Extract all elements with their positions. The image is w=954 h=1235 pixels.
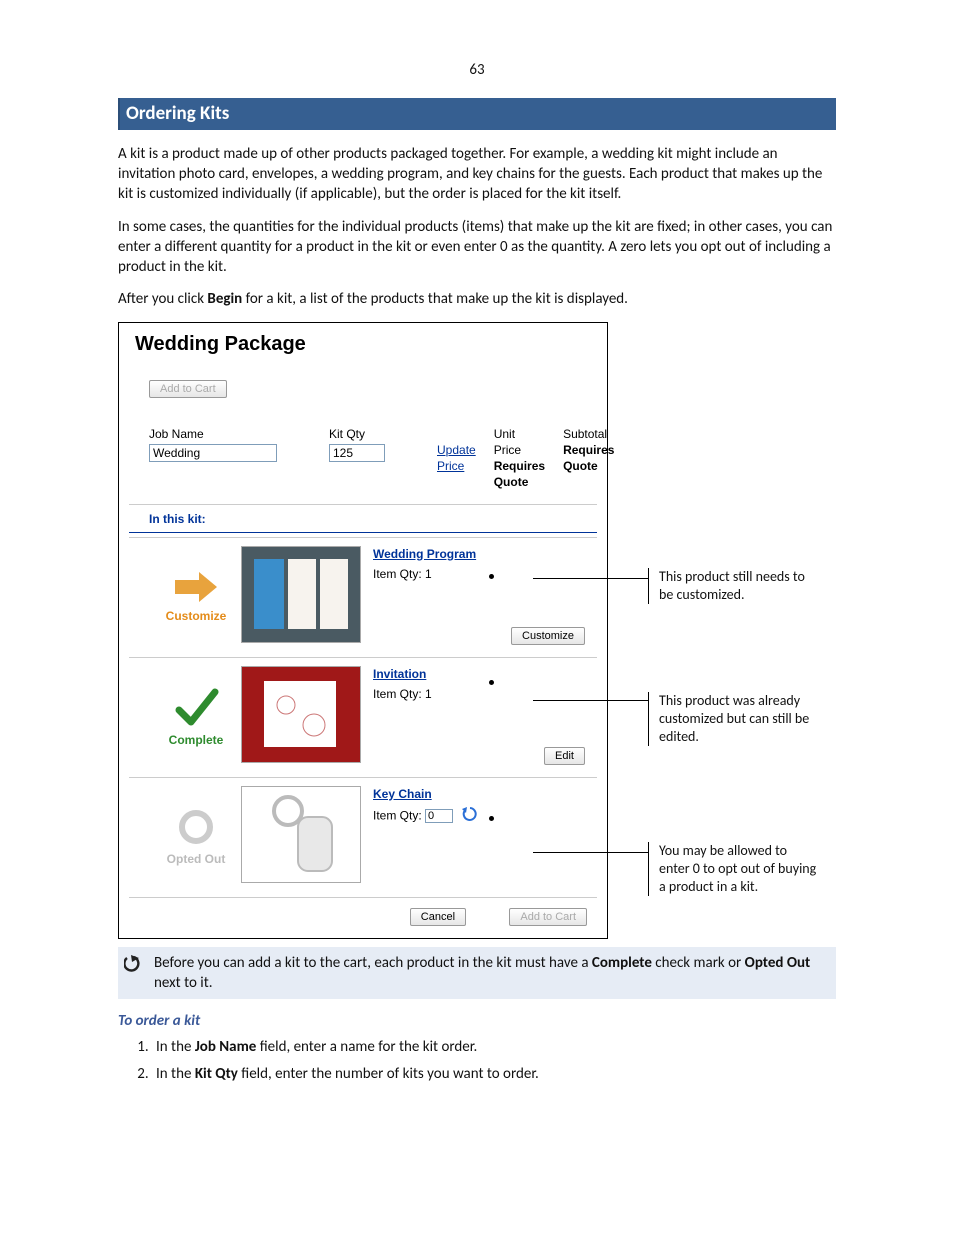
item-qty-label: Item Qty: [373, 808, 422, 822]
kit-qty-field-group: Kit Qty [329, 426, 385, 491]
body-paragraph: In some cases, the quantities for the in… [118, 217, 836, 278]
status-complete-label: Complete [169, 732, 224, 748]
text: field, enter a name for the kit order. [256, 1038, 477, 1056]
callout-text: This product was already customized but … [648, 692, 819, 747]
subtotal-header: Subtotal [563, 426, 614, 442]
text: Before you can add a kit to the cart, ea… [154, 954, 592, 972]
callout-text: You may be allowed to enter 0 to opt out… [648, 842, 819, 897]
callout-dot [489, 574, 494, 579]
kit-qty-label: Kit Qty [329, 426, 385, 442]
body-paragraph: A kit is a product made up of other prod… [118, 144, 836, 205]
refresh-icon[interactable] [462, 806, 478, 826]
callout-dot [489, 680, 494, 685]
note-text: Before you can add a kit to the cart, ea… [154, 953, 830, 994]
text: next to it. [154, 974, 213, 992]
status-customize-label: Customize [166, 608, 227, 624]
kit-item-row: Opted Out Key Chain Item Qty: [129, 777, 597, 897]
procedure-heading: To order a kit [118, 1011, 836, 1031]
text-bold: Complete [592, 954, 652, 972]
text: check mark or [652, 954, 745, 972]
text: In the [156, 1065, 195, 1083]
item-qty-value: 1 [425, 687, 432, 701]
status-opted-out-label: Opted Out [167, 851, 226, 867]
text-bold: Begin [207, 290, 242, 308]
job-name-input[interactable] [149, 444, 277, 462]
circle-outline-icon [176, 807, 216, 847]
text-bold: Opted Out [745, 954, 811, 972]
section-heading: Ordering Kits [118, 98, 836, 130]
kit-qty-input[interactable] [329, 444, 385, 462]
callout-connector [533, 578, 648, 579]
text-bold: Job Name [195, 1038, 257, 1056]
checkmark-icon [173, 686, 219, 728]
page-number: 63 [118, 60, 836, 80]
subtotal-value: Requires Quote [563, 443, 614, 473]
edit-button[interactable]: Edit [544, 747, 585, 765]
item-qty-label: Item Qty: [373, 687, 422, 701]
unit-price-value: Requires Quote [494, 459, 545, 489]
job-name-label: Job Name [149, 426, 277, 442]
cancel-button[interactable]: Cancel [410, 908, 466, 926]
body-paragraph: After you click Begin for a kit, a list … [118, 289, 836, 309]
update-price-link[interactable]: Update Price [437, 443, 476, 473]
product-thumbnail [241, 546, 361, 643]
step-item: In the Kit Qty field, enter the number o… [152, 1064, 836, 1084]
product-name-link[interactable]: Invitation [373, 666, 591, 682]
arrow-right-icon [173, 570, 219, 604]
step-item: In the Job Name field, enter a name for … [152, 1037, 836, 1057]
product-thumbnail [241, 786, 361, 883]
text-bold: Kit Qty [195, 1065, 238, 1083]
callout-connector [533, 852, 648, 853]
customize-button[interactable]: Customize [511, 627, 585, 645]
product-name-link[interactable]: Key Chain [373, 786, 591, 802]
kit-item-row: Complete Invitation Item Qty: 1 Edit [129, 657, 597, 777]
add-to-cart-button[interactable]: Add to Cart [149, 380, 227, 398]
job-name-field-group: Job Name [149, 426, 277, 491]
note-arrow-icon [124, 955, 144, 979]
callouts-column: This product still needs to be customize… [608, 322, 836, 939]
text: field, enter the number of kits you want… [238, 1065, 539, 1083]
text: After you click [118, 290, 207, 308]
text: for a kit, a list of the products that m… [242, 290, 628, 308]
item-qty-label: Item Qty: [373, 567, 422, 581]
product-thumbnail [241, 666, 361, 763]
kit-item-row: Customize Wedding Program Item Qty: 1 Cu… [129, 537, 597, 657]
callout-dot [489, 816, 494, 821]
text: In the [156, 1038, 195, 1056]
product-name-link[interactable]: Wedding Program [373, 546, 591, 562]
callout-connector [533, 700, 648, 701]
in-this-kit-label: In this kit: [129, 511, 597, 527]
note-callout: Before you can add a kit to the cart, ea… [118, 947, 836, 1000]
add-to-cart-button[interactable]: Add to Cart [509, 908, 587, 926]
unit-price-header: Unit Price [494, 426, 545, 458]
callout-text: This product still needs to be customize… [648, 568, 819, 604]
ordered-steps: In the Job Name field, enter a name for … [118, 1037, 836, 1084]
kit-title: Wedding Package [135, 331, 597, 358]
item-qty-value: 1 [425, 567, 432, 581]
embedded-screenshot: Wedding Package Add to Cart Job Name Kit… [118, 322, 608, 939]
item-qty-input[interactable] [425, 809, 453, 823]
